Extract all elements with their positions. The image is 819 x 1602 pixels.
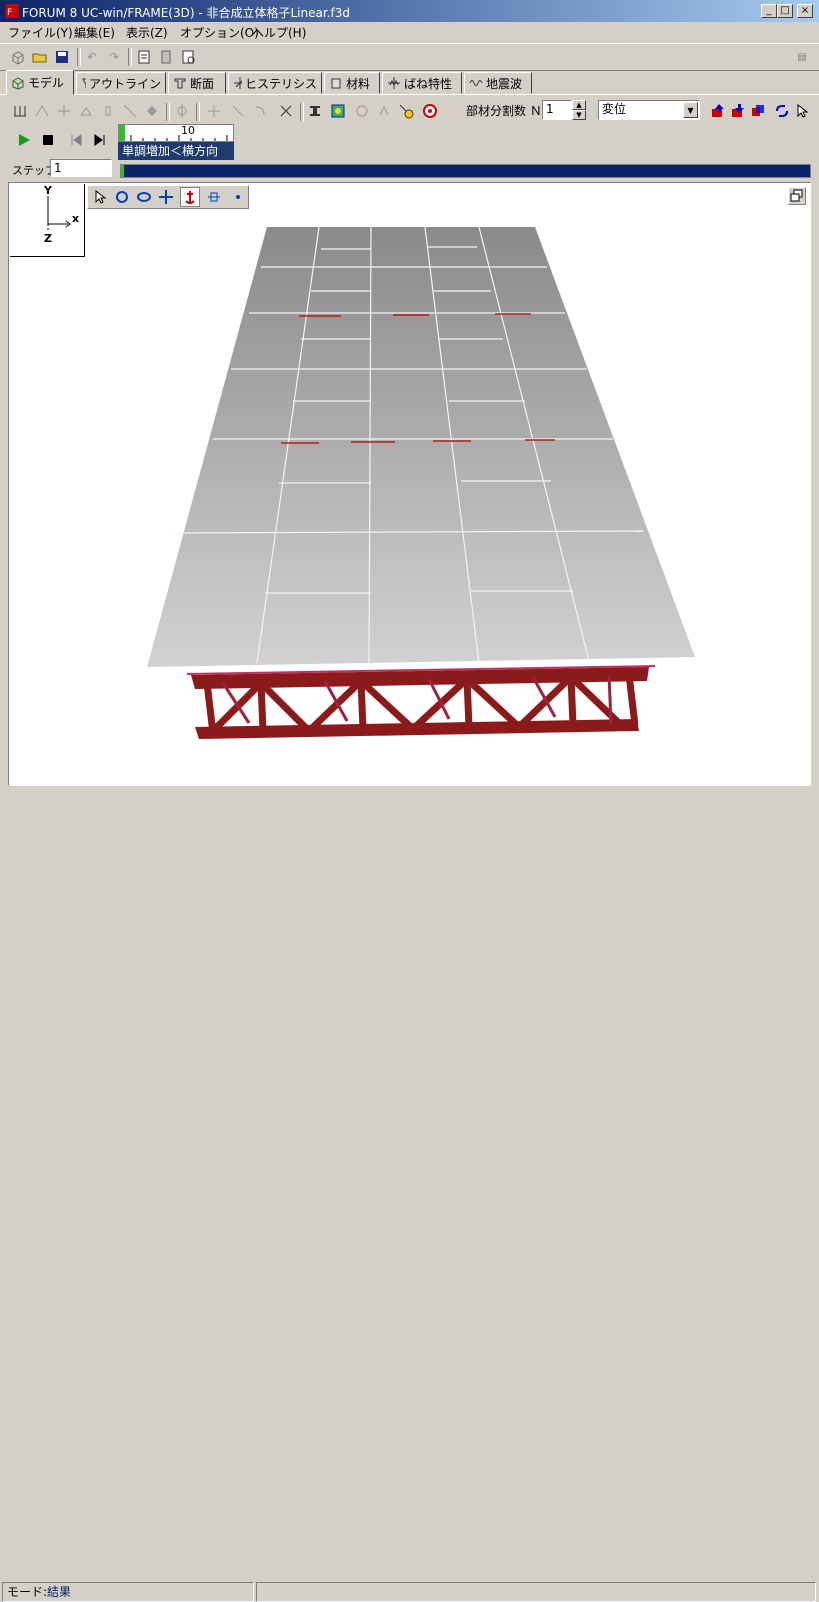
section-icon [174, 78, 186, 89]
outline-icon [82, 78, 86, 88]
mode-label: モード: [7, 1585, 48, 1599]
model-cube-icon [12, 76, 24, 90]
app-icon: F [5, 4, 19, 18]
stop-icon[interactable] [38, 130, 58, 150]
seismic-wave-icon [469, 80, 483, 86]
step-back-icon[interactable] [66, 130, 86, 150]
node-move-icon[interactable] [172, 101, 192, 121]
tab-seismic-wave[interactable]: 地震波 [464, 72, 532, 94]
menu-options[interactable]: オプション(O) [180, 24, 259, 41]
minimize-button[interactable]: _ [761, 4, 777, 18]
divisions-spinner[interactable]: ▲ ▼ [572, 100, 586, 120]
save-icon[interactable] [52, 47, 72, 67]
tab-seismic-wave-label: 地震波 [486, 76, 523, 91]
status-bar: モード:結果 [0, 790, 819, 1602]
redo-icon[interactable]: ↷ [104, 47, 124, 67]
split-member-icon[interactable] [204, 101, 224, 121]
result-display-icon[interactable] [420, 101, 440, 121]
tab-model[interactable]: モデル [6, 70, 74, 95]
play-icon[interactable] [14, 130, 34, 150]
flip-icon[interactable] [374, 101, 394, 121]
step-progress-fill [121, 165, 125, 177]
section-view-icon[interactable] [305, 101, 325, 121]
tab-outline-label: アウトライン [88, 76, 161, 91]
menu-file[interactable]: ファイル(Y) [8, 24, 73, 41]
render-icon[interactable] [328, 101, 348, 121]
calculator-icon[interactable] [156, 47, 176, 67]
open-folder-icon[interactable] [30, 47, 50, 67]
delete-member-icon[interactable] [276, 101, 296, 121]
info-icon[interactable] [396, 101, 416, 121]
result-type-select[interactable]: 変位 ▼ [598, 100, 700, 120]
main-toolbar: ↶ ↷ ▤ [0, 43, 819, 71]
support-icon[interactable] [76, 101, 96, 121]
hysteresis-icon [234, 77, 242, 89]
node-add-icon[interactable] [10, 101, 30, 121]
mode-status: モード:結果 [2, 1582, 254, 1602]
maximize-button[interactable]: □ [777, 4, 793, 18]
status-panel-2 [256, 1582, 816, 1602]
tab-section-label: 断面 [190, 76, 215, 91]
tab-model-label: モデル [28, 76, 65, 90]
tab-material-label: 材料 [346, 76, 371, 91]
tab-hysteresis-label: ヒステリシス [244, 76, 317, 91]
animation-panel: 10 単調増加＜横方向 ステップ 1 [8, 124, 811, 182]
spring-support-icon[interactable] [98, 101, 118, 121]
spring-icon [388, 77, 400, 89]
timeline-ruler[interactable]: 10 [118, 124, 234, 142]
refresh-icon[interactable] [772, 101, 792, 121]
mode-value: 結果 [47, 1585, 72, 1599]
export-up-icon[interactable] [708, 101, 728, 121]
deck-slab [147, 227, 695, 667]
step-progress-bar[interactable] [120, 164, 811, 178]
model-viewport[interactable]: Y x Z [8, 182, 811, 786]
import-down-icon[interactable] [728, 101, 748, 121]
pointer-icon[interactable] [792, 101, 812, 121]
step-input[interactable]: 1 [50, 159, 112, 177]
result-type-value: 変位 [602, 102, 627, 116]
tab-hysteresis[interactable]: ヒステリシス [228, 72, 322, 94]
new-model-icon[interactable] [8, 47, 28, 67]
model-toolbar: 部材分割数 Ｎ 1 ▲ ▼ 変位 ▼ [0, 97, 819, 125]
copy-result-icon[interactable] [748, 101, 768, 121]
undo-icon[interactable]: ↶ [82, 47, 102, 67]
tab-material[interactable]: 材料 [324, 72, 380, 94]
member-add-icon[interactable] [32, 101, 52, 121]
window-title: FORUM 8 UC-win/FRAME(3D) - 非合成立体格子Linear… [22, 6, 350, 20]
crosshair-icon[interactable] [54, 101, 74, 121]
bridge-model-3d [147, 226, 695, 739]
timeline-tick-label: 10 [181, 124, 195, 137]
fill-icon[interactable] [142, 101, 162, 121]
rotate-view-icon[interactable] [352, 101, 372, 121]
divisions-input[interactable]: 1 [542, 100, 572, 120]
rotate-axis-icon[interactable] [250, 101, 270, 121]
loadcase-label[interactable]: 単調増加＜横方向 [118, 142, 234, 160]
report-icon[interactable] [134, 47, 154, 67]
toolbar-options-icon[interactable]: ▤ [792, 47, 812, 67]
menu-help[interactable]: ヘルプ(H) [252, 24, 306, 41]
title-bar: F FORUM 8 UC-win/FRAME(3D) - 非合成立体格子Line… [0, 0, 819, 22]
tab-outline[interactable]: アウトライン [76, 72, 166, 94]
svg-text:F: F [7, 8, 12, 18]
menu-bar: ファイル(Y) 編集(E) 表示(Z) オプション(O) ヘルプ(H) [0, 22, 819, 40]
divisions-label: 部材分割数 Ｎ [466, 104, 542, 118]
tab-spring[interactable]: ばね特性 [382, 72, 462, 94]
tab-spring-label: ばね特性 [404, 76, 453, 91]
steel-truss [186, 665, 656, 739]
step-forward-icon[interactable] [90, 130, 110, 150]
tab-section[interactable]: 断面 [168, 72, 226, 94]
menu-edit[interactable]: 編集(E) [74, 24, 115, 41]
print-preview-icon[interactable] [178, 47, 198, 67]
extend-member-icon[interactable] [228, 101, 248, 121]
load-line-icon[interactable] [120, 101, 140, 121]
close-button[interactable]: × [797, 4, 813, 18]
material-icon [331, 78, 341, 89]
chevron-down-icon: ▼ [683, 102, 698, 118]
menu-view[interactable]: 表示(Z) [126, 24, 168, 41]
